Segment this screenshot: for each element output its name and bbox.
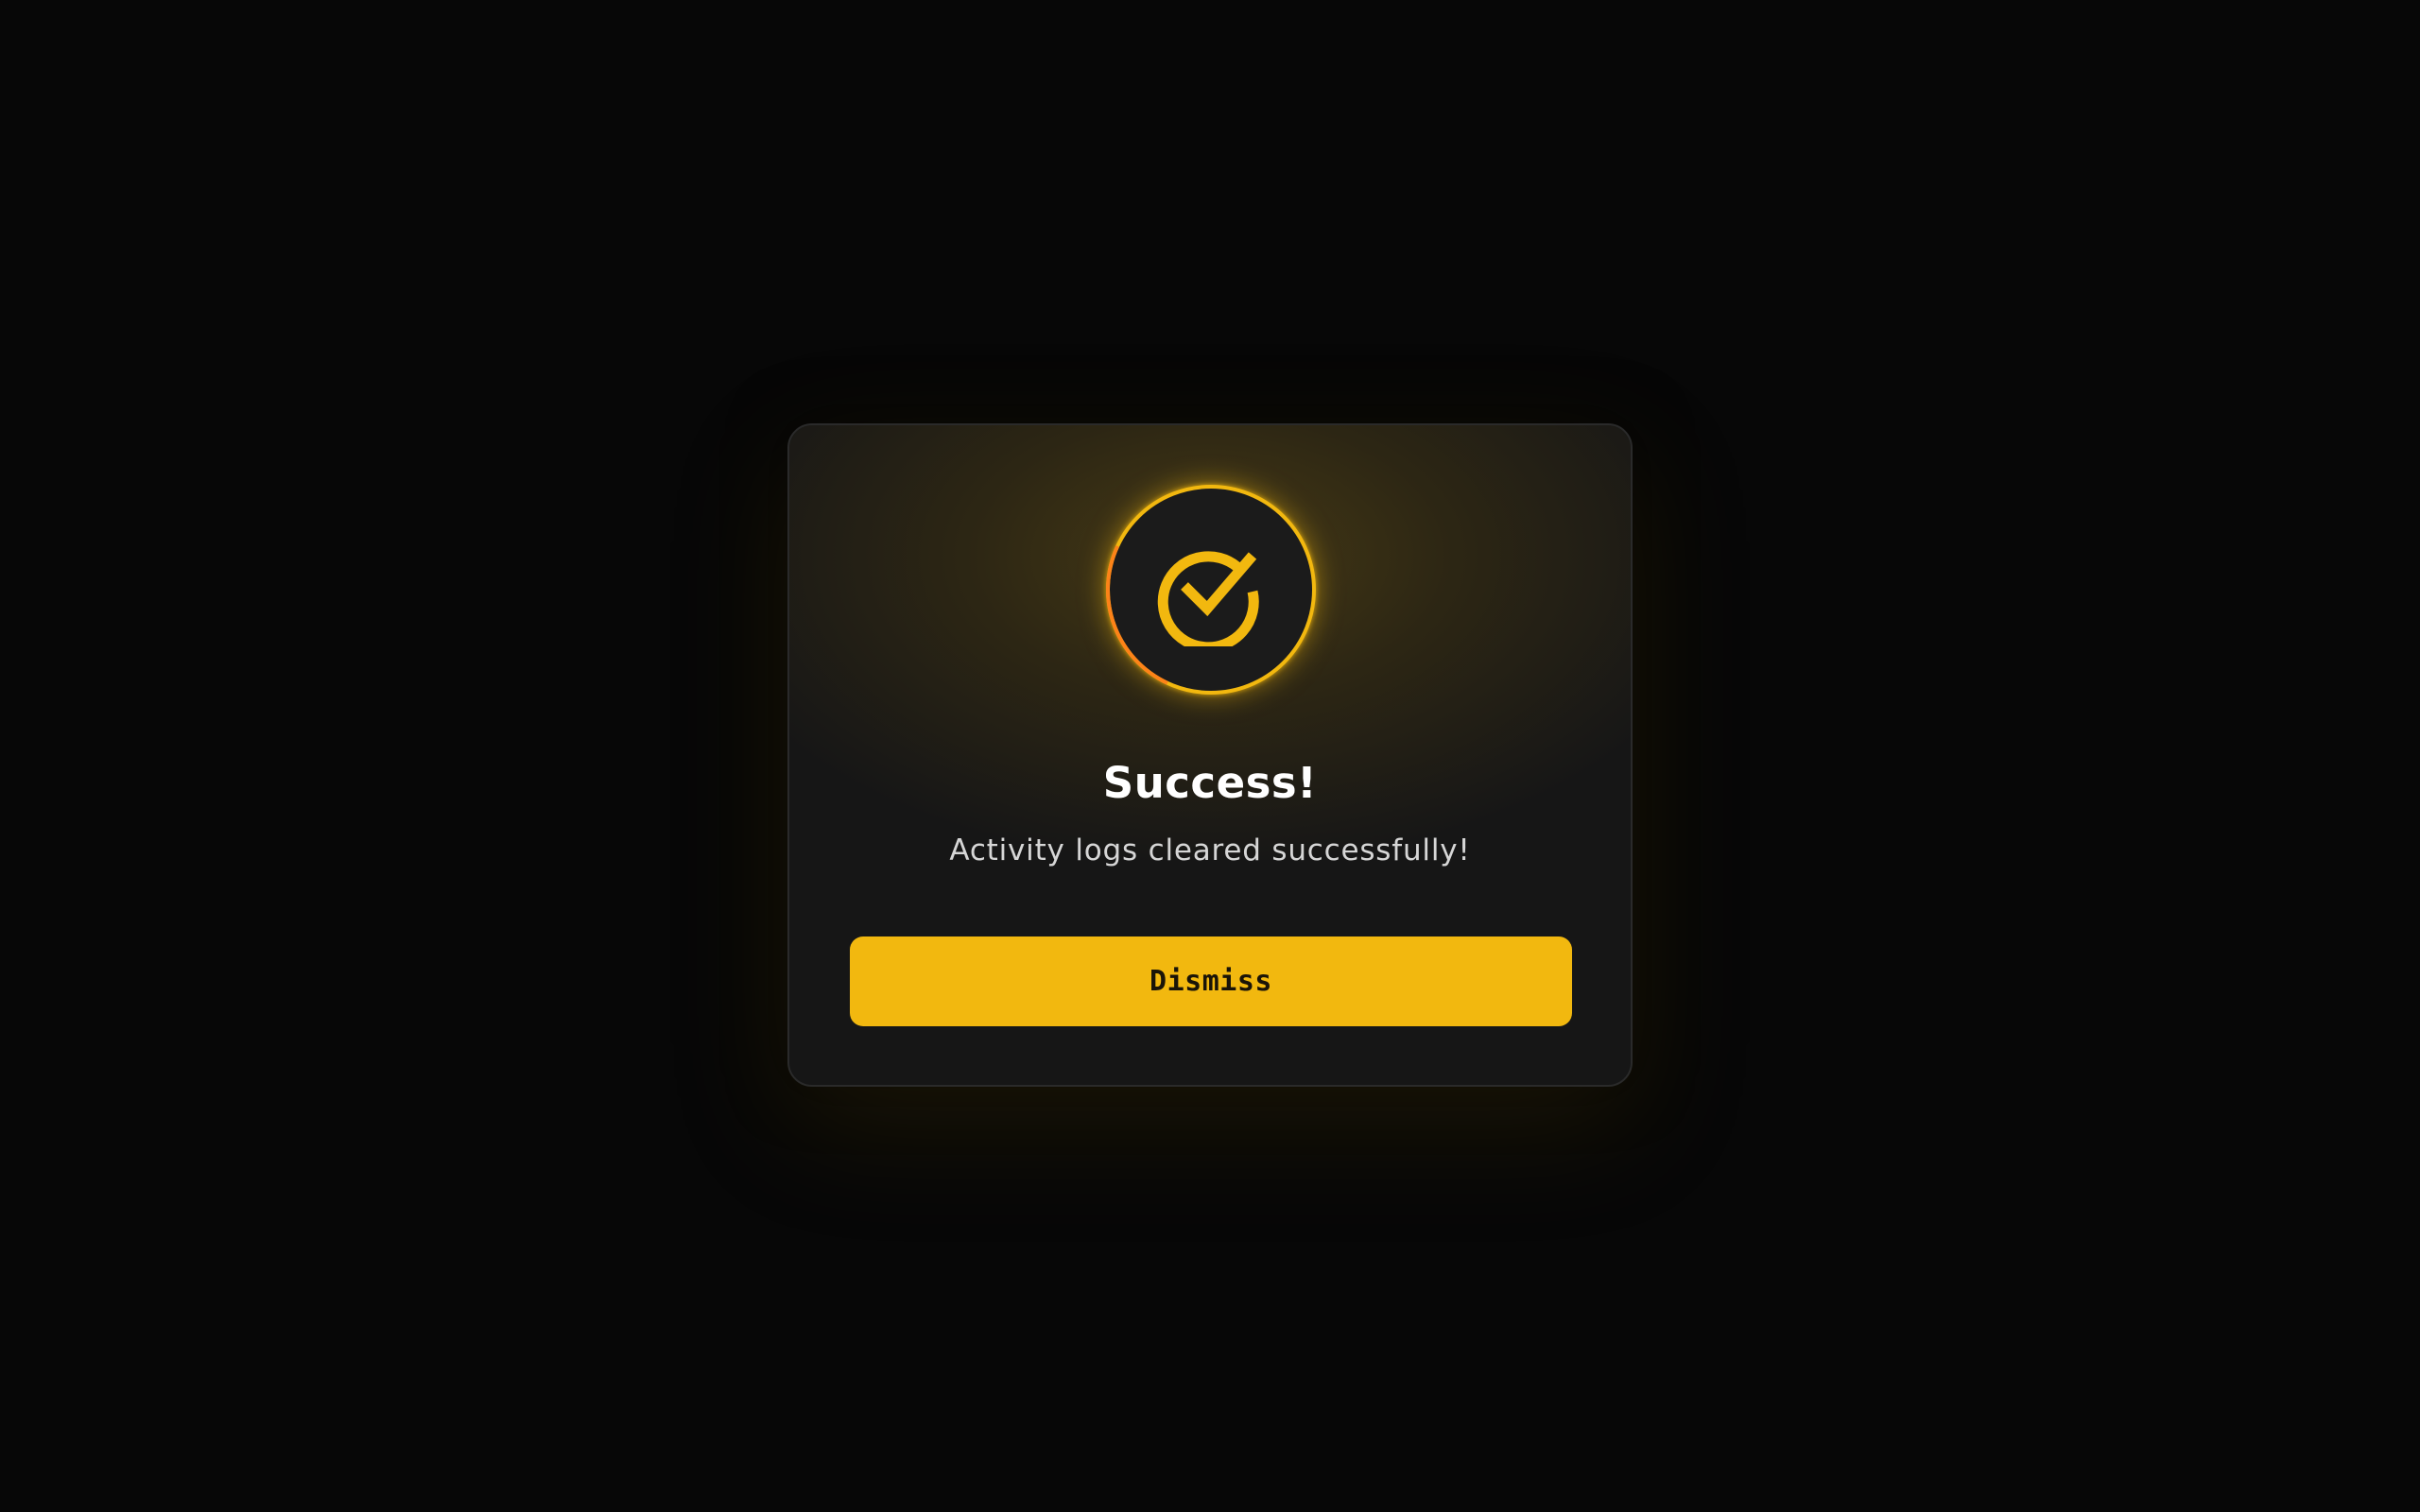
success-badge	[1106, 485, 1316, 695]
check-circle-icon	[1157, 551, 1259, 646]
dialog-message: Activity logs cleared successfully!	[949, 833, 1471, 868]
dismiss-button[interactable]: Dismiss	[850, 936, 1572, 1026]
dialog-title: Success!	[1102, 758, 1318, 808]
success-dialog: Success! Activity logs cleared successfu…	[787, 423, 1633, 1087]
